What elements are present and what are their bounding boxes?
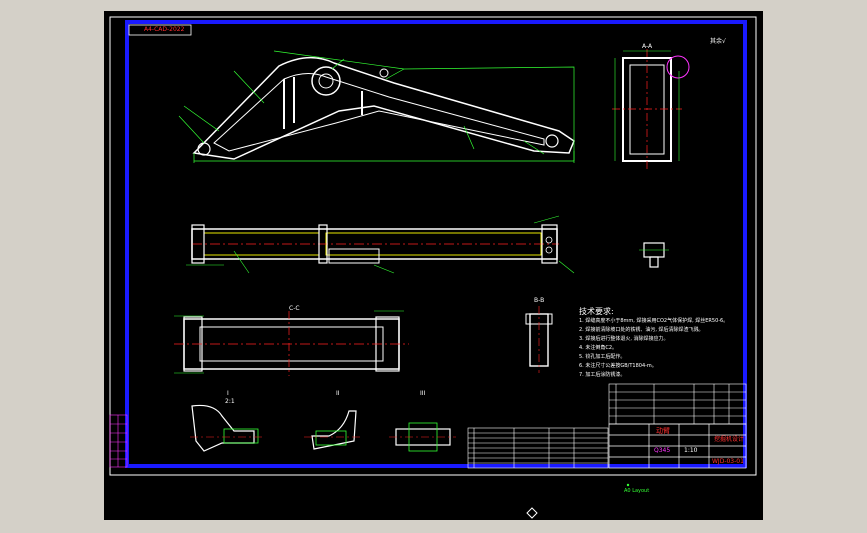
cad-drawing-canvas[interactable]: A4-CAD-2022 其余√ A-A C-C B-B I II III 2:1… <box>104 11 763 520</box>
small-section <box>639 242 669 268</box>
tech-req-line: 7. 加工后涂防锈漆。 <box>579 372 626 378</box>
title-scale: 1:10 <box>684 447 698 454</box>
detail-III <box>389 422 456 452</box>
tech-req-line: 5. 铰孔加工后配作。 <box>579 354 626 360</box>
section-box <box>612 49 690 171</box>
stamp-text: A4-CAD-2022 <box>144 26 185 33</box>
title-part-name: 动臂 <box>656 427 670 435</box>
layout-marker: A0 Layout <box>624 488 650 494</box>
detail-label-2: II <box>336 390 340 397</box>
origin-dot <box>626 483 630 487</box>
title-company: 挖掘机设计 <box>714 436 745 443</box>
tech-req-line: 4. 未注倒角C2。 <box>579 345 618 351</box>
view-label-bb: B-B <box>534 297 545 304</box>
lower-view <box>174 310 409 376</box>
tech-req-line: 2. 焊接前清除坡口处的铁锈、油污, 焊后清除焊渣飞溅。 <box>579 327 704 333</box>
view-label-aa: A-A <box>642 43 653 50</box>
detail-II <box>304 410 362 450</box>
parts-list-left <box>467 427 609 469</box>
detail-I <box>190 404 264 452</box>
title-material: Q345 <box>654 447 671 454</box>
title-drawing-no: WJD-03-01 <box>712 458 744 465</box>
detail-scale: 2:1 <box>225 398 235 405</box>
roughness-note: 其余√ <box>710 38 726 45</box>
tech-req-title: 技术要求: <box>579 307 614 316</box>
detail-label-1: I <box>227 390 229 397</box>
boom-elevation <box>192 57 575 160</box>
tech-req-list: 1. 焊缝高度不小于8mm, 焊接采用CO2气体保护焊, 焊丝ER50-6。 2… <box>579 319 745 382</box>
margin-marks <box>109 414 128 468</box>
tech-req-line: 1. 焊缝高度不小于8mm, 焊接采用CO2气体保护焊, 焊丝ER50-6。 <box>579 318 729 324</box>
ucs-icon <box>526 507 538 519</box>
bom-table <box>608 383 747 425</box>
tech-req-line: 3. 焊接后进行整体退火, 消除焊接应力。 <box>579 336 669 342</box>
view-label-cc: C-C <box>289 305 300 312</box>
tech-req-line: 6. 未注尺寸公差按GB/T1804-m。 <box>579 363 657 369</box>
plan-view <box>186 215 575 274</box>
detail-label-3: III <box>420 390 426 397</box>
drawing-svg <box>109 16 757 519</box>
section-bb <box>525 306 553 373</box>
